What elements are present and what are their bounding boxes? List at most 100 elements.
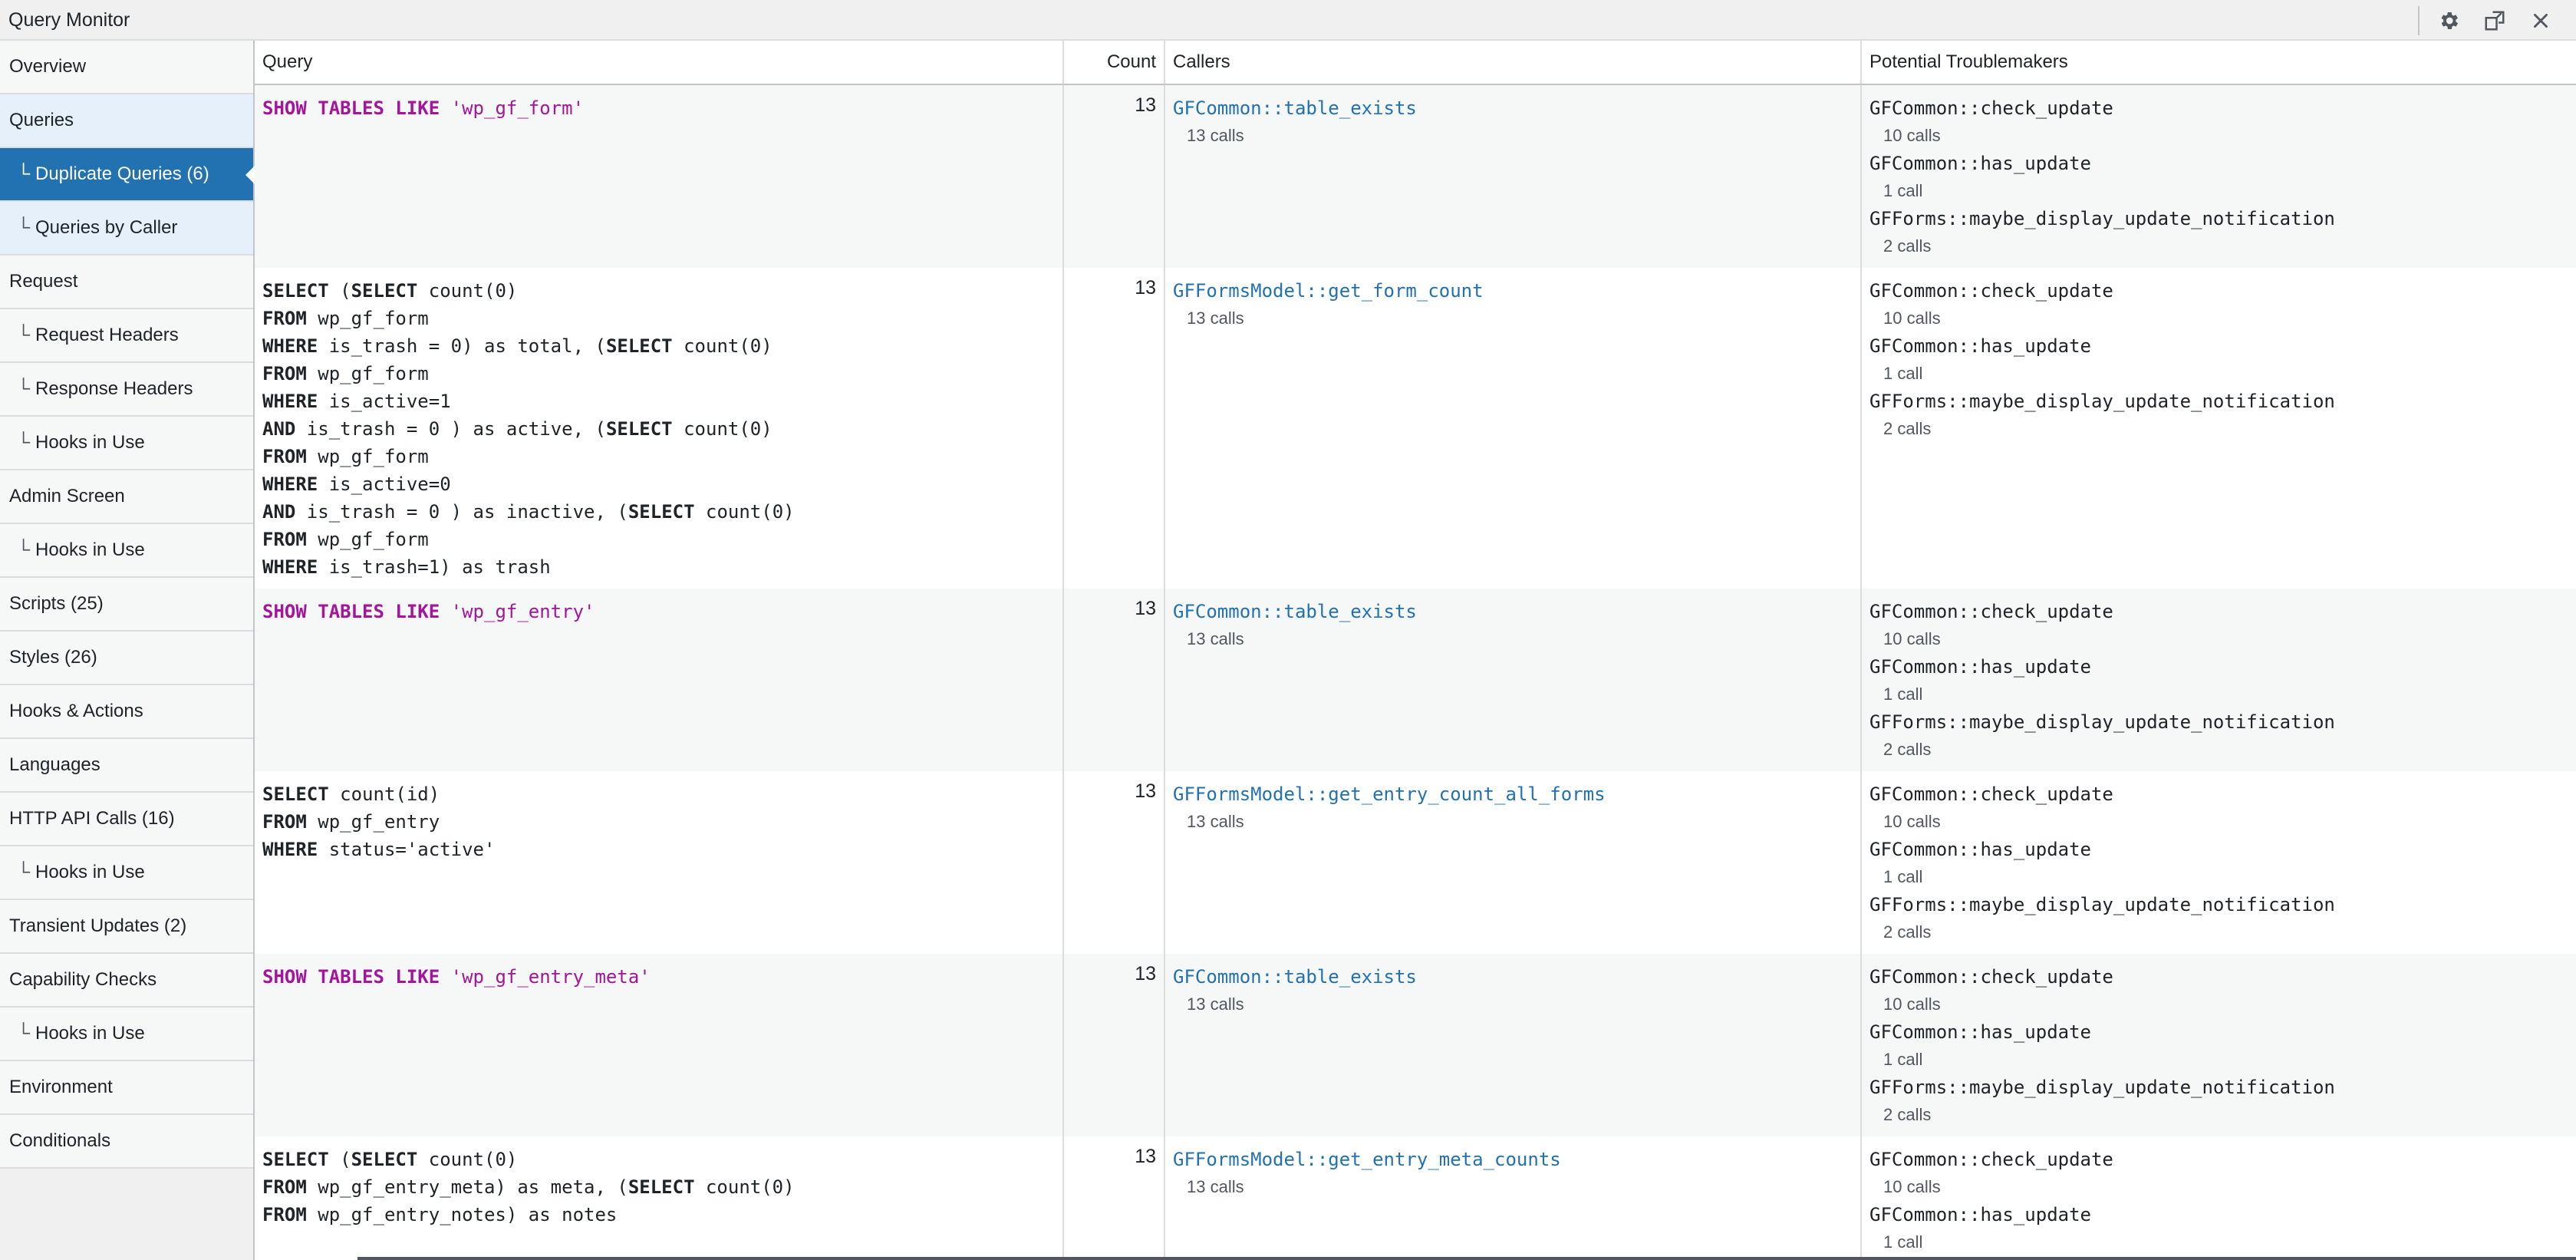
sidebar-item[interactable]: └ Hooks in Use	[0, 524, 253, 578]
column-header-troublemakers[interactable]: Potential Troublemakers	[1860, 41, 2576, 85]
dock-toggle-button[interactable]	[2479, 6, 2510, 35]
caller-cell: GFCommon::table_exists 13 calls	[1164, 84, 1861, 268]
troublemaker-call-count: 10 calls	[1883, 126, 1941, 145]
sql-keyword: FROM	[262, 811, 307, 833]
sql-keyword: FROM	[262, 363, 307, 384]
sidebar-item-label: Overview	[9, 56, 87, 77]
close-button[interactable]	[2525, 6, 2556, 35]
sql-line: WHERE status='active'	[262, 836, 1055, 863]
sidebar-item-label: Environment	[9, 1077, 113, 1097]
troublemakers-cell: GFCommon::check_update 10 calls GFCommon::…	[1860, 268, 2576, 589]
sidebar-item-label: Response Headers	[35, 378, 193, 399]
sql-keyword: 'wp_gf_form'	[450, 97, 585, 119]
sidebar-item[interactable]: └ Response Headers	[0, 363, 253, 417]
troublemaker-name: GFCommon::has_update	[1869, 839, 2091, 860]
troublemaker-name: GFCommon::has_update	[1869, 1021, 2091, 1043]
query-cell: SHOW TABLES LIKE 'wp_gf_entry_meta'	[255, 954, 1063, 1136]
tree-branch-icon: └	[17, 163, 31, 184]
settings-button[interactable]	[2433, 6, 2464, 35]
caller-cell: GFFormsModel::get_entry_meta_counts13 ca…	[1164, 1136, 1861, 1260]
tree-branch-icon: └	[17, 539, 31, 560]
sql-text: is_trash = 0) as total, (	[318, 335, 606, 357]
caller-cell: GFCommon::table_exists 13 calls	[1164, 954, 1861, 1136]
sidebar-item[interactable]: Queries	[0, 94, 253, 148]
sidebar-item[interactable]: └ Duplicate Queries (6)	[0, 148, 255, 202]
sql-text: count(0)	[672, 418, 772, 440]
caller-call-count: 13 calls	[1187, 1177, 1244, 1196]
bottom-border	[357, 1257, 2576, 1260]
tree-branch-icon: └	[17, 325, 31, 345]
sql-line: SELECT count(id)	[262, 780, 1055, 808]
sidebar-item[interactable]: Environment	[0, 1061, 253, 1115]
sidebar-item-label: Scripts (25)	[9, 593, 104, 614]
column-header-query[interactable]: Query	[255, 41, 1063, 85]
table-row: SHOW TABLES LIKE 'wp_gf_entry' 13 GFCommon…	[255, 589, 2576, 771]
troublemaker-name: GFForms::maybe_display_update_notificati…	[1869, 391, 2335, 412]
sidebar-item[interactable]: Languages	[0, 739, 253, 793]
sql-keyword: SELECT	[605, 418, 673, 440]
sql-line: FROM wp_gf_entry_meta) as meta, (SELECT …	[262, 1173, 1055, 1201]
sidebar-item-label: Request	[9, 271, 78, 292]
sql-keyword: SHOW TABLES LIKE	[262, 97, 451, 119]
troublemaker-call-count: 1 call	[1883, 1050, 1923, 1069]
troublemaker-call-count: 1 call	[1883, 1232, 1923, 1252]
column-header-count[interactable]: Count	[1062, 41, 1164, 85]
sql-line: SHOW TABLES LIKE 'wp_gf_entry'	[262, 598, 1055, 625]
sidebar-item-label: Admin Screen	[9, 486, 125, 506]
sql-keyword: SELECT	[628, 501, 695, 523]
caller-link[interactable]: GFCommon::table_exists	[1173, 94, 1853, 122]
sidebar-item-label: Queries by Caller	[35, 217, 178, 238]
sidebar-item[interactable]: Request	[0, 256, 253, 309]
sidebar-item[interactable]: Conditionals	[0, 1115, 253, 1169]
sidebar-item-label: Hooks & Actions	[9, 701, 143, 721]
caller-link[interactable]: GFFormsModel::get_entry_meta_counts	[1173, 1146, 1853, 1173]
caller-link[interactable]: GFCommon::table_exists	[1173, 963, 1853, 991]
sql-line: AND is_trash = 0 ) as active, (SELECT co…	[262, 415, 1055, 443]
sql-text: count(0)	[417, 1149, 518, 1170]
column-header-callers[interactable]: Callers	[1164, 41, 1861, 85]
tree-branch-icon: └	[17, 217, 31, 238]
sidebar-item[interactable]: Admin Screen	[0, 470, 253, 524]
sidebar-item[interactable]: └ Queries by Caller	[0, 202, 253, 256]
sql-keyword: SHOW TABLES LIKE	[262, 966, 451, 988]
close-icon	[2531, 11, 2551, 31]
title-bar: Query Monitor	[0, 0, 2576, 41]
sql-query: SHOW TABLES LIKE 'wp_gf_entry'	[262, 598, 1055, 625]
caller-link[interactable]: GFFormsModel::get_form_count	[1173, 277, 1853, 305]
sql-keyword: 'wp_gf_entry'	[450, 601, 595, 622]
duplicate-queries-table: Query Count Callers Potential Troublemak…	[255, 41, 2576, 1260]
sidebar-item[interactable]: HTTP API Calls (16)	[0, 793, 253, 846]
sidebar-item[interactable]: Styles (26)	[0, 632, 253, 685]
troublemaker-call-count: 2 calls	[1883, 740, 1932, 759]
sql-keyword: FROM	[262, 1176, 307, 1198]
sidebar-item[interactable]: Capability Checks	[0, 954, 253, 1008]
table-row: SHOW TABLES LIKE 'wp_gf_entry_meta' 13 GFC…	[255, 954, 2576, 1136]
count-cell: 13	[1062, 954, 1164, 1136]
sidebar-item[interactable]: Overview	[0, 41, 253, 94]
sql-text: wp_gf_form	[306, 446, 429, 467]
sidebar-item[interactable]: Scripts (25)	[0, 578, 253, 632]
sidebar-item[interactable]: Hooks & Actions	[0, 685, 253, 739]
sidebar-item-label: Transient Updates (2)	[9, 915, 187, 936]
caller-link[interactable]: GFCommon::table_exists	[1173, 598, 1853, 625]
caller-cell: GFCommon::table_exists 13 calls	[1164, 589, 1861, 771]
count-cell: 13	[1062, 84, 1164, 268]
sidebar-item[interactable]: └ Hooks in Use	[0, 1008, 253, 1061]
sql-line: SELECT (SELECT count(0)	[262, 277, 1055, 305]
sql-keyword: SELECT	[351, 1149, 418, 1170]
duplicate-queries-panel: Query Count Callers Potential Troublemak…	[255, 41, 2576, 1260]
sidebar-item-label: Capability Checks	[9, 969, 157, 990]
sidebar-item-label: Hooks in Use	[35, 432, 145, 453]
sidebar-item[interactable]: Transient Updates (2)	[0, 900, 253, 954]
sidebar-item[interactable]: └ Hooks in Use	[0, 417, 253, 470]
sidebar-item[interactable]: └ Hooks in Use	[0, 846, 253, 900]
sidebar-item-label: HTTP API Calls (16)	[9, 808, 175, 829]
sidebar-item[interactable]: └ Request Headers	[0, 309, 253, 363]
sql-keyword: WHERE	[262, 839, 318, 860]
sql-text: is_trash = 0 ) as inactive, (	[295, 501, 628, 523]
sql-text: wp_gf_entry_meta) as meta, (	[306, 1176, 628, 1198]
sql-text: (	[328, 280, 351, 302]
sql-text: is_trash = 0 ) as active, (	[295, 418, 606, 440]
troublemaker-call-count: 2 calls	[1883, 419, 1932, 438]
caller-link[interactable]: GFFormsModel::get_entry_count_all_forms	[1173, 780, 1853, 808]
